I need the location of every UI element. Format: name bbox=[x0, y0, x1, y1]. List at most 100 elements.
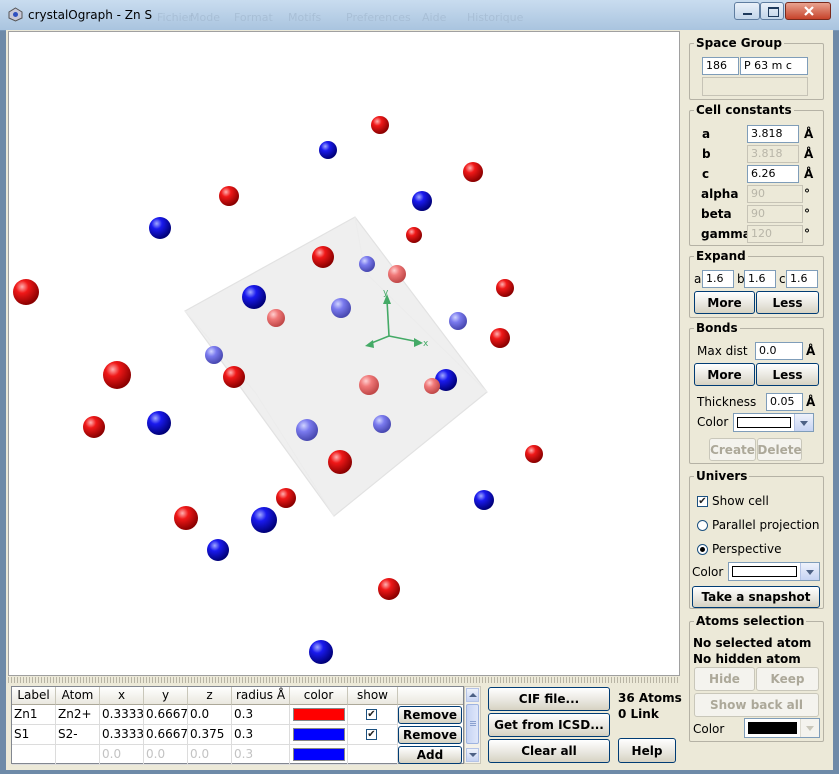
cell-z[interactable]: 0.0 bbox=[188, 705, 232, 725]
cif-file-button[interactable]: CIF file... bbox=[488, 687, 610, 711]
zn-atom[interactable] bbox=[312, 246, 334, 268]
atom-color-swatch[interactable] bbox=[293, 748, 345, 761]
zn-atom[interactable] bbox=[463, 162, 483, 182]
split-divider[interactable] bbox=[8, 677, 680, 683]
bond-color-select[interactable] bbox=[733, 413, 814, 432]
background-color-select[interactable] bbox=[728, 562, 820, 581]
expand-more-button[interactable]: More bbox=[694, 291, 755, 314]
s-atom[interactable] bbox=[205, 346, 223, 364]
expand-less-button[interactable]: Less bbox=[756, 291, 819, 314]
chevron-down-icon[interactable] bbox=[800, 719, 819, 737]
column-header-z[interactable]: z bbox=[188, 687, 232, 705]
cell-z[interactable]: 0.0 bbox=[188, 745, 232, 765]
s-atom[interactable] bbox=[207, 539, 229, 561]
zn-atom[interactable] bbox=[525, 445, 543, 463]
remove-atom-button[interactable]: Remove bbox=[398, 706, 462, 724]
cell-y[interactable]: 0.0 bbox=[144, 745, 188, 765]
column-header-radius[interactable]: radius Å bbox=[232, 687, 290, 705]
show-atom-checkbox[interactable]: ✔ bbox=[366, 729, 377, 740]
s-atom[interactable] bbox=[373, 415, 391, 433]
zn-atom[interactable] bbox=[406, 227, 422, 243]
help-button[interactable]: Help bbox=[618, 738, 676, 763]
zn-atom[interactable] bbox=[267, 309, 285, 327]
zn-atom[interactable] bbox=[276, 488, 296, 508]
s-atom[interactable] bbox=[242, 285, 266, 309]
cell-radius[interactable]: 0.3 bbox=[232, 705, 290, 725]
chevron-down-icon[interactable] bbox=[800, 563, 819, 580]
show-atom-checkbox[interactable]: ✔ bbox=[366, 709, 377, 720]
zn-atom[interactable] bbox=[378, 578, 400, 600]
column-header-show[interactable]: show bbox=[348, 687, 398, 705]
maximize-button[interactable] bbox=[760, 2, 784, 20]
scroll-up-button[interactable] bbox=[466, 688, 479, 702]
zn-atom[interactable] bbox=[174, 506, 198, 530]
space-group-number-input[interactable]: 186 bbox=[702, 57, 739, 75]
cell-radius[interactable]: 0.3 bbox=[232, 745, 290, 765]
expand-b-input[interactable]: 1.6 bbox=[744, 270, 776, 288]
zn-atom[interactable] bbox=[496, 279, 514, 297]
cell-x[interactable]: 0.3333 bbox=[100, 725, 144, 745]
add-atom-button[interactable]: Add bbox=[398, 746, 462, 764]
cell-radius[interactable]: 0.3 bbox=[232, 725, 290, 745]
zn-atom[interactable] bbox=[424, 378, 440, 394]
cell-atom[interactable]: S2- bbox=[56, 725, 100, 745]
zn-atom[interactable] bbox=[219, 186, 239, 206]
s-atom[interactable] bbox=[474, 490, 494, 510]
cell-label[interactable] bbox=[12, 745, 56, 765]
show-back-all-button[interactable]: Show back all bbox=[694, 693, 819, 717]
s-atom[interactable] bbox=[251, 507, 277, 533]
cell-y[interactable]: 0.6667 bbox=[144, 705, 188, 725]
column-header-atom[interactable]: Atom bbox=[56, 687, 100, 705]
table-scrollbar[interactable] bbox=[464, 686, 481, 764]
create-bond-button[interactable]: Create bbox=[709, 438, 756, 461]
s-atom[interactable] bbox=[331, 298, 351, 318]
bonds-more-button[interactable]: More bbox=[694, 363, 755, 386]
s-atom[interactable] bbox=[149, 217, 171, 239]
hide-atom-button[interactable]: Hide bbox=[694, 667, 755, 691]
zn-atom[interactable] bbox=[490, 328, 510, 348]
parallel-projection-radio[interactable] bbox=[697, 520, 708, 531]
expand-c-input[interactable]: 1.6 bbox=[786, 270, 818, 288]
max-dist-input[interactable]: 0.0 bbox=[755, 342, 803, 360]
atom-color-swatch[interactable] bbox=[293, 728, 345, 741]
column-header-x[interactable]: x bbox=[100, 687, 144, 705]
s-atom[interactable] bbox=[296, 419, 318, 441]
space-group-symbol-input[interactable]: P 63 m c bbox=[740, 57, 808, 75]
scroll-down-button[interactable] bbox=[466, 748, 479, 762]
cell-atom[interactable] bbox=[56, 745, 100, 765]
column-header-y[interactable]: y bbox=[144, 687, 188, 705]
cell-label[interactable]: S1 bbox=[12, 725, 56, 745]
column-header-label[interactable]: Label bbox=[12, 687, 56, 705]
cell-label[interactable]: Zn1 bbox=[12, 705, 56, 725]
zn-atom[interactable] bbox=[83, 416, 105, 438]
cell-c-input[interactable]: 6.26 bbox=[747, 165, 799, 183]
expand-a-input[interactable]: 1.6 bbox=[702, 270, 734, 288]
zn-atom[interactable] bbox=[359, 375, 379, 395]
cell-y[interactable]: 0.6667 bbox=[144, 725, 188, 745]
cell-x[interactable]: 0.3333 bbox=[100, 705, 144, 725]
cell-z[interactable]: 0.375 bbox=[188, 725, 232, 745]
take-snapshot-button[interactable]: Take a snapshot bbox=[692, 586, 820, 608]
zn-atom[interactable] bbox=[371, 116, 389, 134]
show-cell-checkbox[interactable]: ✔ bbox=[697, 496, 708, 507]
remove-atom-button[interactable]: Remove bbox=[398, 726, 462, 744]
s-atom[interactable] bbox=[309, 640, 333, 664]
crystal-3d-view[interactable]: y x bbox=[8, 31, 680, 676]
minimize-button[interactable] bbox=[734, 2, 760, 20]
clear-all-button[interactable]: Clear all bbox=[488, 739, 610, 763]
s-atom[interactable] bbox=[359, 256, 375, 272]
chevron-down-icon[interactable] bbox=[794, 414, 813, 431]
delete-bond-button[interactable]: Delete bbox=[757, 438, 802, 461]
perspective-radio[interactable] bbox=[697, 544, 708, 555]
close-button[interactable] bbox=[785, 2, 831, 20]
get-from-icsd-button[interactable]: Get from ICSD... bbox=[488, 713, 610, 737]
bonds-less-button[interactable]: Less bbox=[756, 363, 819, 386]
keep-atom-button[interactable]: Keep bbox=[756, 667, 819, 691]
zn-atom[interactable] bbox=[103, 361, 131, 389]
zn-atom[interactable] bbox=[328, 450, 352, 474]
cell-x[interactable]: 0.0 bbox=[100, 745, 144, 765]
zn-atom[interactable] bbox=[13, 279, 39, 305]
cell-atom[interactable]: Zn2+ bbox=[56, 705, 100, 725]
cell-a-input[interactable]: 3.818 bbox=[747, 125, 799, 143]
zn-atom[interactable] bbox=[388, 265, 406, 283]
